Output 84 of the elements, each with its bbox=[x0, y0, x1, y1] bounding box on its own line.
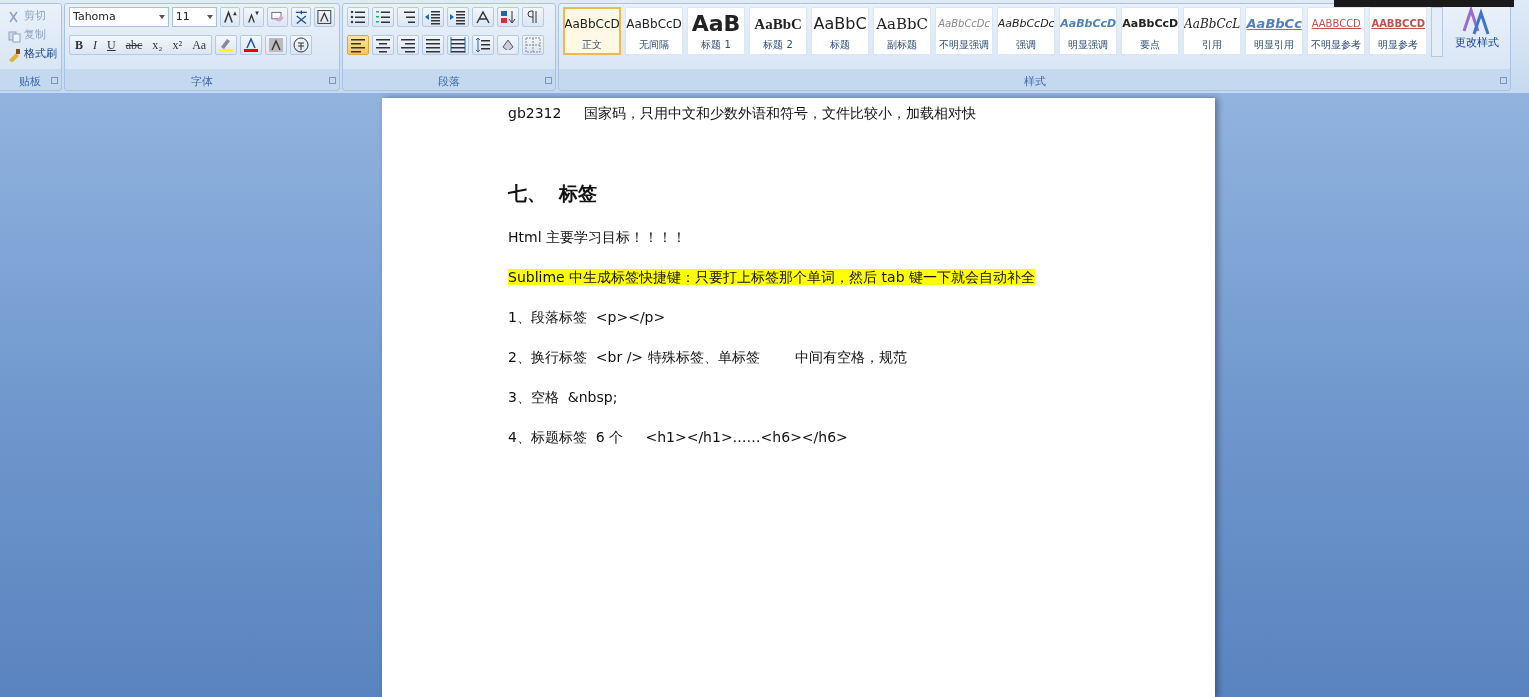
group-label: 贴板 bbox=[19, 75, 41, 88]
numbered-list-icon bbox=[375, 9, 391, 25]
paintbrush-icon bbox=[7, 47, 21, 62]
change-styles-button[interactable]: 更改样式 bbox=[1447, 7, 1507, 71]
line-spacing-icon bbox=[475, 37, 491, 53]
alignment-button[interactable] bbox=[422, 35, 444, 55]
alignment-button[interactable] bbox=[372, 35, 394, 55]
toolbar-button[interactable] bbox=[397, 7, 419, 27]
scissors-icon bbox=[7, 9, 21, 24]
heading-text: 七、 标签 bbox=[508, 182, 598, 204]
style-gallery-item[interactable]: AaBbCcD 正文 bbox=[563, 7, 622, 55]
toolbar-button[interactable] bbox=[497, 7, 519, 27]
highlighter-icon bbox=[218, 37, 235, 53]
format-button[interactable]: B bbox=[70, 36, 88, 54]
shading-icon bbox=[500, 37, 516, 53]
justify-icon bbox=[425, 37, 441, 53]
toolbar-button[interactable] bbox=[422, 7, 444, 27]
paragraph-text: 4、标题标签 6 个 <h1></h1>……<h6></h6> bbox=[508, 429, 848, 445]
group-label: 段落 bbox=[438, 75, 460, 88]
copy-icon bbox=[7, 28, 21, 43]
toolbar-button[interactable] bbox=[243, 7, 264, 27]
toolbar-button[interactable] bbox=[314, 7, 335, 27]
gallery-scrollbar[interactable] bbox=[1431, 7, 1444, 57]
shrink-font-icon bbox=[246, 9, 261, 25]
paragraph-text: 2、换行标签 <br /> 特殊标签、单标签 中间有空格，规范 bbox=[508, 349, 908, 365]
align-right-icon bbox=[400, 37, 416, 53]
format-button[interactable]: U bbox=[102, 36, 121, 54]
align-center-icon bbox=[375, 37, 391, 53]
grow-font-icon bbox=[222, 9, 238, 25]
toolbar-button[interactable] bbox=[290, 7, 312, 27]
distribute-icon bbox=[450, 37, 466, 53]
enclosed-character-icon bbox=[293, 37, 310, 53]
format-button[interactable]: I bbox=[88, 36, 102, 54]
paragraph-text: gb2312 国家码，只用中文和少数外语和符号，文件比较小，加载相对快 bbox=[508, 105, 976, 121]
text-layout-icon bbox=[475, 9, 491, 25]
group-label: 样式 bbox=[1023, 75, 1046, 88]
font-color-icon bbox=[243, 37, 260, 53]
toolbar-button[interactable] bbox=[219, 7, 241, 27]
style-gallery-item[interactable]: AaBbC 副标题 bbox=[873, 7, 932, 55]
style-gallery-item[interactable]: AaBbC 标题 2 bbox=[749, 7, 808, 55]
style-gallery-item[interactable]: AaBbCcD 无间隔 bbox=[625, 7, 684, 55]
align-left-icon bbox=[350, 37, 366, 53]
toolbar-button[interactable] bbox=[265, 35, 288, 55]
paragraph-text: 1、段落标签 <p></p> bbox=[508, 309, 666, 325]
character-shading-icon bbox=[268, 37, 285, 53]
dropdown-arrow-icon bbox=[158, 15, 165, 19]
character-border-icon bbox=[317, 9, 332, 25]
change-styles-icon bbox=[1461, 7, 1492, 35]
style-gallery-item[interactable]: AaBbCcD 明显强调 bbox=[1059, 7, 1118, 55]
font-name-field[interactable]: Tahoma bbox=[69, 7, 169, 27]
paragraph-text: Html 主要学习目标！！！！ bbox=[508, 229, 686, 245]
style-gallery-item[interactable]: AABBCCD 不明显参考 bbox=[1307, 7, 1366, 55]
decrease-indent-icon bbox=[425, 9, 441, 25]
style-gallery-item[interactable]: AaB 标题 1 bbox=[687, 7, 746, 55]
alignment-button[interactable] bbox=[347, 35, 369, 55]
format-button[interactable]: abc bbox=[120, 36, 148, 54]
highlighted-text: Sublime 中生成标签快捷键：只要打上标签那个单词，然后 tab 键一下就会自动补全 bbox=[508, 269, 1035, 285]
phonetic-guide-icon bbox=[293, 9, 309, 25]
alignment-button[interactable] bbox=[397, 35, 419, 55]
toolbar-button[interactable] bbox=[240, 35, 263, 55]
font-size-field[interactable]: 11 bbox=[171, 7, 217, 27]
style-gallery-item[interactable]: AaBbCcDc 不明显强调 bbox=[935, 7, 994, 55]
style-gallery-item[interactable]: AaBbC 标题 bbox=[811, 7, 870, 55]
dropdown-arrow-icon bbox=[206, 15, 213, 19]
borders-icon bbox=[525, 37, 541, 53]
group-label: 字体 bbox=[191, 75, 213, 88]
toolbar-button[interactable] bbox=[290, 35, 313, 55]
toolbar-button[interactable] bbox=[372, 7, 394, 27]
clipboard-button[interactable]: 格式刷 bbox=[7, 45, 57, 64]
toolbar-button[interactable] bbox=[472, 35, 494, 55]
style-gallery-item[interactable]: AaBbCcD 要点 bbox=[1121, 7, 1180, 55]
style-gallery-item[interactable]: AaBbCc 明显引用 bbox=[1245, 7, 1304, 55]
paragraph-text: 3、空格 &nbsp; bbox=[508, 389, 618, 405]
toolbar-button[interactable] bbox=[472, 7, 494, 27]
bulleted-list-icon bbox=[350, 9, 366, 25]
format-button[interactable]: x₂ bbox=[147, 36, 168, 54]
format-button[interactable]: x² bbox=[167, 36, 188, 54]
style-gallery-item[interactable]: AABBCCD 明显参考 bbox=[1369, 7, 1428, 55]
sort-icon bbox=[500, 9, 516, 25]
format-button[interactable]: Aa bbox=[187, 36, 212, 54]
increase-indent-icon bbox=[450, 9, 466, 25]
alignment-button[interactable] bbox=[447, 35, 469, 55]
toolbar-button[interactable] bbox=[347, 7, 369, 27]
toolbar-button[interactable] bbox=[447, 7, 469, 27]
